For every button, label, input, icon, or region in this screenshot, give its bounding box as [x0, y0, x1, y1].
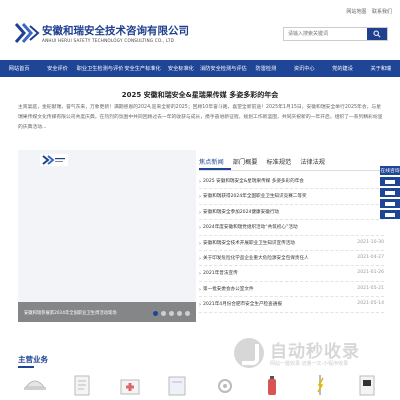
news-item[interactable]: › 2025 安徽和瑞安全&星瑞果传媒 多姿多彩的年会 — [199, 174, 384, 190]
watermark-logo-icon — [234, 338, 264, 368]
tab-department[interactable]: 部门概要 — [233, 155, 265, 170]
news-title[interactable]: 2021年4月份合肥市安全生产检查通报 — [203, 301, 343, 307]
slider-dots — [153, 311, 190, 316]
image-slider[interactable]: 安徽和瑞参展第2024年全国职业卫生周活动现场 — [18, 150, 196, 322]
bullet-icon: › — [199, 225, 201, 232]
gear-icon[interactable] — [208, 373, 242, 397]
qq-contact-button[interactable] — [380, 210, 400, 219]
chat-icon — [385, 179, 395, 184]
watermark-text: 自动秒收录 — [270, 342, 360, 362]
document-icon[interactable] — [350, 373, 384, 397]
news-item[interactable]: › 2021年普法宣传 2021-01-26 — [199, 266, 384, 282]
news-title[interactable]: 第一批安委会办公室文件 — [203, 286, 343, 292]
news-date: 2021-04-27 — [357, 254, 384, 260]
news-title[interactable]: 2021年普法宣传 — [203, 270, 343, 276]
qq-contact-button[interactable] — [380, 188, 400, 197]
qq-contact-button[interactable] — [380, 177, 400, 186]
nav-party-building[interactable]: 党的建设 — [323, 60, 361, 77]
news-date: 2021-05-14 — [357, 301, 384, 307]
contact-link[interactable]: 联系我们 — [372, 9, 392, 15]
bullet-icon: › — [199, 194, 201, 201]
main-nav: 网站首页 安全评价 职业卫生检测与评价 安全生产标准化 安全标准化 消防安全检测… — [0, 60, 400, 77]
floating-service-panel: 在线咨询 — [380, 166, 400, 219]
nav-lightning-protection[interactable]: 防雷检测 — [247, 60, 285, 77]
slider-dot[interactable] — [161, 311, 166, 316]
site-header: 安徽和瑞安全技术咨询有限公司 ANHUI HERUI SAFETY TECHNO… — [0, 0, 400, 55]
search-icon — [373, 30, 381, 38]
company-logo-icon — [14, 23, 40, 43]
sitemap-link[interactable]: 网站地图 — [346, 9, 366, 15]
slider-dot[interactable] — [153, 311, 158, 316]
news-tabs: 焦点新闻 部门概要 标准规范 法律法规 — [199, 155, 384, 171]
news-item[interactable]: › 2024年度安徽和瑞党组织活动“共筑初心”活动 — [199, 220, 384, 236]
bullet-icon: › — [199, 302, 201, 309]
worker-helmet-icon[interactable] — [18, 373, 52, 397]
news-item[interactable]: › 安徽和瑞安全技术开展职业卫生知识宣传活动 2021-10-30 — [199, 236, 384, 251]
news-title[interactable]: 安徽和瑞安全技术开展职业卫生知识宣传活动 — [203, 240, 343, 246]
news-title[interactable]: 2025 安徽和瑞安全&星瑞果传媒 多姿多彩的年会 — [203, 178, 343, 184]
bullet-icon: › — [199, 255, 201, 262]
search-input[interactable] — [284, 28, 368, 40]
news-date: 2021-10-30 — [357, 239, 384, 245]
qq-contact-button[interactable] — [380, 199, 400, 208]
news-title[interactable]: 关于印发危险化学品企业重大危险源安全包保责任人 — [203, 255, 343, 261]
news-date: 2021-05-21 — [357, 285, 384, 291]
nav-news-center[interactable]: 资讯中心 — [285, 60, 323, 77]
business-icons — [18, 372, 384, 398]
nav-safety-assessment[interactable]: 安全评价 — [38, 60, 76, 77]
company-name-english: ANHUI HERUI SAFETY TECHNOLOGY CONSULTING… — [42, 38, 175, 43]
watermark-badge: 自动秒收录 网站一键收录·流量一次·小程序收录 — [232, 336, 390, 374]
tab-focus-news[interactable]: 焦点新闻 — [199, 155, 231, 170]
news-item[interactable]: › 关于印发危险化学品企业重大危险源安全包保责任人 2021-04-27 — [199, 251, 384, 267]
nav-home[interactable]: 网站首页 — [0, 60, 38, 77]
online-consult-button[interactable]: 在线咨询 — [380, 166, 400, 175]
chat-icon — [385, 190, 395, 195]
nav-fire-safety[interactable]: 消防安全检测与评估 — [200, 60, 247, 77]
news-title[interactable]: 安徽和瑞安全参加2024健康安徽行动 — [203, 209, 343, 215]
standards-book-icon[interactable] — [160, 373, 194, 397]
nav-about[interactable]: 关于和瑞 — [362, 60, 400, 77]
slider-dot[interactable] — [177, 311, 182, 316]
slide-logo-icon — [40, 154, 68, 166]
watermark-subtext: 网站一键收录·流量一次·小程序收录 — [270, 361, 349, 367]
bullet-icon: › — [199, 179, 201, 185]
search-box — [283, 27, 388, 41]
news-item[interactable]: › 安徽和瑞获得2024年全国职业卫生知识竞赛二等奖 — [199, 189, 384, 205]
news-title[interactable]: 2024年度安徽和瑞党组织活动“共筑初心”活动 — [203, 224, 343, 230]
nav-production-standardization[interactable]: 安全生产标准化 — [123, 60, 161, 77]
main-business-heading: 主营业务 — [18, 355, 48, 364]
tab-standards[interactable]: 标准规范 — [267, 155, 299, 170]
chat-icon — [385, 201, 395, 206]
bullet-icon: › — [199, 286, 201, 293]
checklist-icon[interactable] — [65, 373, 99, 397]
bullet-icon: › — [199, 271, 201, 278]
top-links: 网站地图 联系我们 — [342, 8, 392, 15]
nav-occupational-health[interactable]: 职业卫生检测与评价 — [77, 60, 124, 77]
news-title[interactable]: 安徽和瑞获得2024年全国职业卫生知识竞赛二等奖 — [203, 193, 343, 199]
news-item[interactable]: › 安徽和瑞安全参加2024健康安徽行动 — [199, 205, 384, 221]
tab-laws[interactable]: 法律法规 — [300, 155, 332, 170]
chat-icon — [385, 212, 395, 217]
fire-extinguisher-icon[interactable] — [255, 373, 289, 397]
medical-kit-icon[interactable] — [113, 373, 147, 397]
bullet-icon: › — [199, 209, 201, 216]
news-date: 2021-01-26 — [357, 270, 384, 276]
lightning-rod-icon[interactable] — [303, 373, 337, 397]
featured-article-summary: 主宾宴庭，金蛇献瑞，誉气东来，万象更新！满期感恩的2024,迎来全新的2025；… — [18, 105, 383, 130]
heading-underline — [18, 366, 34, 368]
slide-caption: 安徽和瑞参展第2024年全国职业卫生周活动现场 — [24, 311, 117, 316]
nav-safety-standardization[interactable]: 安全标准化 — [162, 60, 200, 77]
news-list: › 2025 安徽和瑞安全&星瑞果传媒 多姿多彩的年会 › 安徽和瑞获得2024… — [199, 174, 384, 313]
company-name: 安徽和瑞安全技术咨询有限公司 — [42, 25, 189, 37]
featured-article-title[interactable]: 2025 安徽和瑞安全&星瑞果传媒 多姿多彩的年会 — [0, 90, 400, 100]
slider-dot[interactable] — [169, 311, 174, 316]
bullet-icon: › — [199, 240, 201, 247]
news-item[interactable]: › 2021年4月份合肥市安全生产检查通报 2021-05-14 — [199, 297, 384, 313]
news-item[interactable]: › 第一批安委会办公室文件 2021-05-21 — [199, 282, 384, 298]
slider-dot[interactable] — [185, 311, 190, 316]
search-button[interactable] — [367, 28, 387, 40]
